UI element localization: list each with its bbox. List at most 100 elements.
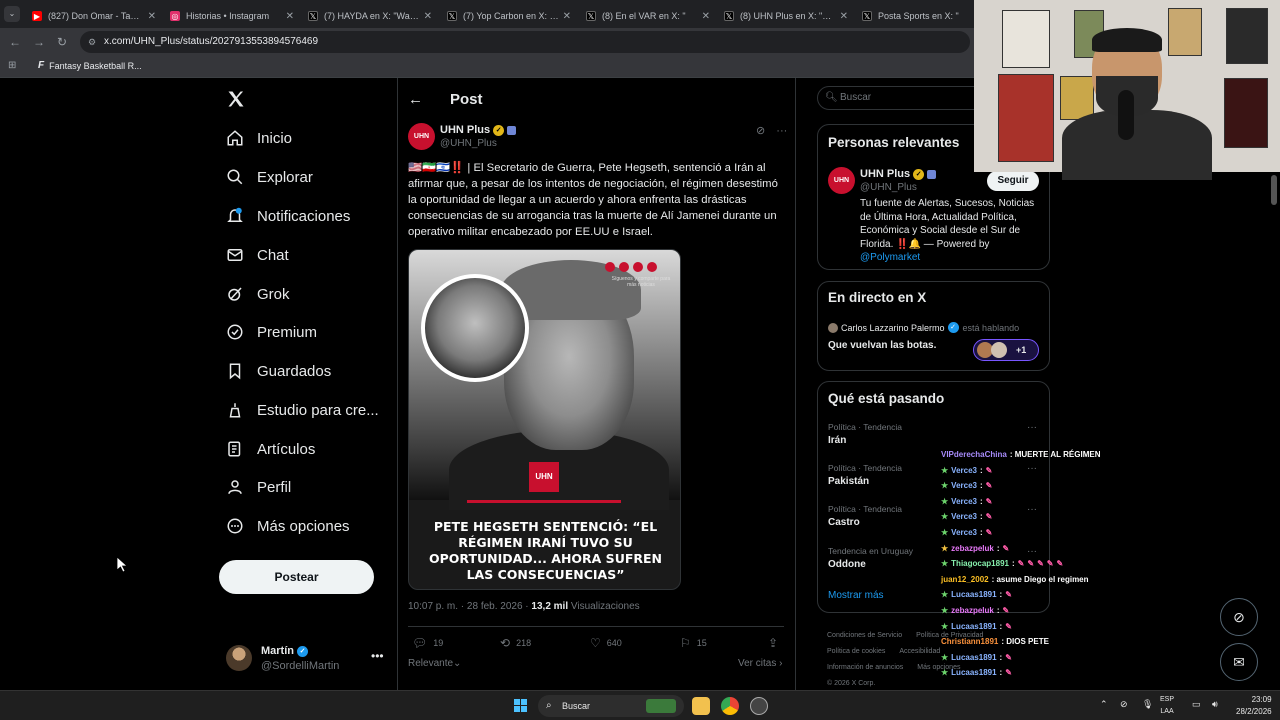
relevant-avatar[interactable]: UHN <box>828 167 855 194</box>
trend-item[interactable]: Política · Tendencia Castro <box>828 504 902 528</box>
close-icon[interactable]: ✕ <box>148 11 156 22</box>
apps-grid-icon[interactable]: ⊞ <box>8 60 20 72</box>
sidebar-item-creator-studio[interactable]: Estudio para cre... <box>226 397 379 423</box>
like-button[interactable]: ♡ 640 <box>590 636 622 650</box>
sidebar-item-grok[interactable]: Grok <box>226 281 290 307</box>
post-timestamp[interactable]: 10:07 p. m. · 28 feb. 2026 · <box>408 601 531 612</box>
footer-link[interactable]: Información de anuncios <box>827 664 903 671</box>
x-logo-icon[interactable] <box>226 89 246 109</box>
system-clock[interactable]: 23:09 28/2/2026 <box>1236 694 1272 718</box>
volume-icon[interactable]: 🔊︎ <box>1212 699 1218 710</box>
chat-username[interactable]: Verce3 <box>951 512 977 521</box>
messages-floating-button[interactable]: ✉ <box>1220 643 1258 681</box>
sidebar-item-premium[interactable]: Premium <box>226 319 317 345</box>
obs-icon[interactable] <box>750 697 768 715</box>
forward-arrow-icon[interactable]: → <box>32 35 46 49</box>
reload-icon[interactable]: ↻ <box>55 35 69 49</box>
chat-username[interactable]: Verce3 <box>951 528 977 537</box>
close-icon[interactable]: ✕ <box>840 11 848 22</box>
microphone-icon[interactable]: 🎙︎ <box>1142 699 1153 710</box>
footer-link[interactable]: Accesibilidad <box>899 648 940 655</box>
grok-icon[interactable]: ⊘ <box>756 125 765 137</box>
share-button[interactable]: ⇪ <box>768 636 784 650</box>
chat-username[interactable]: zebazpeluk <box>951 544 994 553</box>
display-icon[interactable]: ▭ <box>1192 699 1201 710</box>
author-handle[interactable]: @UHN_Plus <box>440 138 497 149</box>
relevant-name-row[interactable]: UHN Plus ✓ <box>860 168 937 180</box>
chat-username[interactable]: Lucaas1891 <box>951 668 996 677</box>
footer-link[interactable]: Política de cookies <box>827 648 885 655</box>
author-avatar[interactable]: UHN <box>408 123 435 150</box>
live-host[interactable]: Carlos Lazzarino Palermo ✓ está hablando <box>828 322 1019 333</box>
language-indicator[interactable]: ESP LAA <box>1160 694 1174 718</box>
file-explorer-icon[interactable] <box>692 697 710 715</box>
post-image[interactable]: Síguenos y comparte para más noticias UH… <box>408 249 681 590</box>
chat-username[interactable]: VIPderechaChina <box>941 450 1007 459</box>
chat-username[interactable]: Lucaas1891 <box>951 622 996 631</box>
chevron-up-icon[interactable]: ⌃ <box>1100 699 1108 710</box>
chat-username[interactable]: Lucaas1891 <box>951 653 996 662</box>
sidebar-item-chat[interactable]: Chat <box>226 242 289 268</box>
browser-tab[interactable]: 𝕏 Posta Sports en X: " <box>856 4 974 28</box>
chat-username[interactable]: Verce3 <box>951 481 977 490</box>
browser-tab[interactable]: 𝕏 (8) UHN Plus en X: "usua ✕ <box>718 4 854 28</box>
sidebar-item-bookmarks[interactable]: Guardados <box>226 358 331 384</box>
trend-item[interactable]: Política · Tendencia Irán <box>828 422 902 446</box>
chat-username[interactable]: zebazpeluk <box>951 606 994 615</box>
chat-username[interactable]: juan12_2002 <box>941 575 989 584</box>
browser-tab[interactable]: 𝕏 (7) HAYDA en X: "Wanda ✕ <box>302 4 438 28</box>
trend-item[interactable]: Tendencia en Uruguay Oddone <box>828 546 913 570</box>
windows-start-icon[interactable] <box>514 699 528 713</box>
network-icon[interactable]: ⊘ <box>1120 699 1128 710</box>
url-field[interactable]: ⚙ x.com/UHN_Plus/status/2027913553894576… <box>80 31 970 53</box>
space-listeners[interactable]: +1 <box>973 339 1039 361</box>
reply-button[interactable]: 💬︎ 19 <box>412 636 443 650</box>
sort-dropdown[interactable]: Relevante⌄ <box>408 658 461 669</box>
close-icon[interactable]: ✕ <box>563 11 571 22</box>
chat-username[interactable]: Christiann1891 <box>941 637 998 646</box>
sidebar-item-profile[interactable]: Perfil <box>226 474 291 500</box>
browser-tab[interactable]: ▶ (827) Don Omar - Taboo ✕ <box>26 4 162 28</box>
footer-link[interactable]: Condiciones de Servicio <box>827 632 902 639</box>
bookmark-item[interactable]: F Fantasy Basketball R... <box>38 60 142 71</box>
trend-item[interactable]: Política · Tendencia Pakistán <box>828 463 902 487</box>
search-input[interactable]: 🔍︎ Buscar <box>817 86 997 110</box>
account-switcher[interactable]: Martín ✓ @SordelliMartin ••• <box>226 643 386 675</box>
sidebar-item-explore[interactable]: Explorar <box>226 164 313 190</box>
close-icon[interactable]: ✕ <box>702 11 710 22</box>
browser-tab[interactable]: 𝕏 (8) En el VAR en X: " ✕ <box>580 4 716 28</box>
chat-username[interactable]: Lucaas1891 <box>951 590 996 599</box>
author-name-row[interactable]: UHN Plus ✓ <box>440 124 517 136</box>
more-dots-icon[interactable]: ··· <box>776 125 787 137</box>
close-icon[interactable]: ✕ <box>286 11 294 22</box>
bookmark-button[interactable]: ⚐ 15 <box>680 636 707 650</box>
sidebar-item-notifications[interactable]: Notificaciones <box>226 203 350 229</box>
sidebar-item-more[interactable]: Más opciones <box>226 513 350 539</box>
taskbar-search[interactable]: ⌕ Buscar <box>538 695 684 717</box>
relevant-handle[interactable]: @UHN_Plus <box>860 182 917 193</box>
site-info-icon[interactable]: ⚙ <box>88 31 96 53</box>
browser-tab[interactable]: ◎ Historias • Instagram ✕ <box>164 4 300 28</box>
close-icon[interactable]: ✕ <box>424 11 432 22</box>
show-more-link[interactable]: Mostrar más <box>828 590 884 601</box>
grok-floating-button[interactable]: ⊘ <box>1220 598 1258 636</box>
chat-username[interactable]: Verce3 <box>951 466 977 475</box>
bio-link[interactable]: @Polymarket <box>860 252 920 263</box>
back-arrow-icon[interactable]: ← <box>408 91 423 108</box>
chrome-icon[interactable] <box>721 697 739 715</box>
chat-username[interactable]: Thiagocap1891 <box>951 559 1009 568</box>
browser-tab[interactable]: 𝕏 (7) Yop Carbon en X: "TR ✕ <box>441 4 577 28</box>
repost-button[interactable]: ⟲ 218 <box>500 636 531 650</box>
post-button[interactable]: Postear <box>219 560 374 594</box>
more-dots-icon[interactable]: ••• <box>371 649 384 663</box>
follow-button[interactable]: Seguir <box>987 171 1039 191</box>
sidebar-item-home[interactable]: Inicio <box>226 125 292 151</box>
back-arrow-icon[interactable]: ← <box>8 35 22 49</box>
scrollbar[interactable] <box>1271 175 1277 205</box>
space-title[interactable]: Que vuelvan las botas. <box>828 340 936 351</box>
view-quotes-link[interactable]: Ver citas › <box>738 658 782 669</box>
chat-username[interactable]: Verce3 <box>951 497 977 506</box>
sidebar-item-articles[interactable]: Artículos <box>226 436 315 462</box>
chat-message: ★ Lucaas1891: ✎ <box>941 622 1015 631</box>
tab-search-button[interactable]: ⌄ <box>4 6 20 22</box>
